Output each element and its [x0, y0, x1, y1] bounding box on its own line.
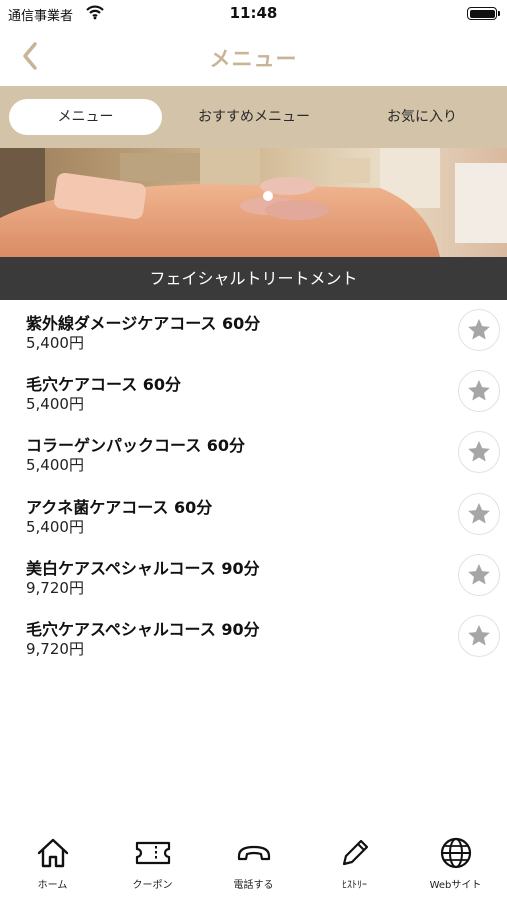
- menu-item-price: 9,720円: [26, 639, 84, 658]
- page-title: メニュー: [209, 47, 298, 71]
- menu-item-price: 5,400円: [26, 395, 84, 414]
- pencil-icon: [342, 839, 368, 866]
- menu-item[interactable]: アクネ菌ケアコース 60分 5,400円: [0, 484, 507, 545]
- tab-favorites[interactable]: お気に入り: [346, 99, 498, 135]
- menu-item-name: 紫外線ダメージケアコース 60分: [26, 314, 261, 333]
- menu-item[interactable]: 美白ケアスペシャルコース 90分 9,720円: [0, 545, 507, 606]
- menu-item-name: アクネ菌ケアコース 60分: [26, 497, 213, 517]
- menu-item[interactable]: 毛穴ケアコース 60分 5,400円: [0, 361, 507, 422]
- clock: 11:48: [229, 4, 278, 22]
- navigation-bar: メニュー: [0, 28, 507, 86]
- phone-icon: [237, 845, 270, 861]
- menu-item-price: 9,720円: [26, 578, 84, 597]
- menu-item-name: 美白ケアスペシャルコース 90分: [26, 558, 260, 578]
- tab-menu[interactable]: メニュー: [9, 99, 162, 135]
- tab-recommended[interactable]: おすすめメニュー: [178, 99, 330, 135]
- ticket-icon: [135, 841, 170, 865]
- bottom-tab-label: クーポン: [132, 880, 173, 891]
- bottom-tab-label: ホーム: [37, 880, 68, 891]
- favorite-button[interactable]: [458, 553, 500, 596]
- home-icon: [37, 838, 68, 868]
- menu-item-price: 5,400円: [26, 334, 84, 352]
- bottom-tab-label: 電話する: [233, 880, 274, 891]
- star-icon: [468, 441, 490, 462]
- globe-icon: [440, 837, 471, 869]
- battery-icon: [467, 7, 500, 20]
- menu-item-price: 5,400円: [26, 517, 84, 536]
- favorite-button[interactable]: [458, 492, 500, 535]
- bottom-tab-bar: ホーム クーポン 電話する ﾋｽﾄﾘｰ Webサイト: [0, 828, 507, 900]
- category-tab-bar: メニュー おすすめメニュー お気に入り: [0, 86, 507, 148]
- bottom-tab-history[interactable]: ﾋｽﾄﾘｰ: [304, 828, 405, 900]
- menu-item[interactable]: コラーゲンパックコース 60分 5,400円: [0, 422, 507, 483]
- star-icon: [468, 563, 490, 585]
- hero-image: [0, 148, 507, 257]
- section-header: フェイシャルトリートメント: [0, 257, 507, 300]
- menu-item-price: 5,400円: [26, 456, 84, 475]
- bottom-tab-website[interactable]: Webサイト: [405, 828, 506, 900]
- star-icon: [468, 624, 490, 646]
- bottom-tab-label: ﾋｽﾄﾘｰ: [342, 880, 367, 891]
- menu-list: 紫外線ダメージケアコース 60分 5,400円 毛穴ケアコース 60分 5,40…: [0, 300, 507, 667]
- bottom-tab-home[interactable]: ホーム: [2, 828, 103, 900]
- bottom-tab-phone[interactable]: 電話する: [203, 828, 304, 900]
- menu-item-name: コラーゲンパックコース 60分: [26, 436, 246, 456]
- status-bar: 通信事業者 11:48: [0, 0, 507, 28]
- menu-item[interactable]: 毛穴ケアスペシャルコース 90分 9,720円: [0, 606, 507, 667]
- favorite-button[interactable]: [458, 309, 500, 351]
- favorite-button[interactable]: [458, 431, 500, 474]
- favorite-button[interactable]: [458, 370, 500, 413]
- bottom-tab-coupon[interactable]: クーポン: [102, 828, 203, 900]
- star-icon: [468, 318, 490, 340]
- menu-item-name: 毛穴ケアコース 60分: [26, 375, 182, 395]
- favorite-button[interactable]: [458, 614, 500, 657]
- bottom-tab-label: Webサイト: [429, 880, 482, 891]
- menu-item-name: 毛穴ケアスペシャルコース 90分: [26, 619, 260, 639]
- menu-item[interactable]: 紫外線ダメージケアコース 60分 5,400円: [0, 300, 507, 361]
- star-icon: [468, 502, 490, 524]
- star-icon: [468, 380, 490, 401]
